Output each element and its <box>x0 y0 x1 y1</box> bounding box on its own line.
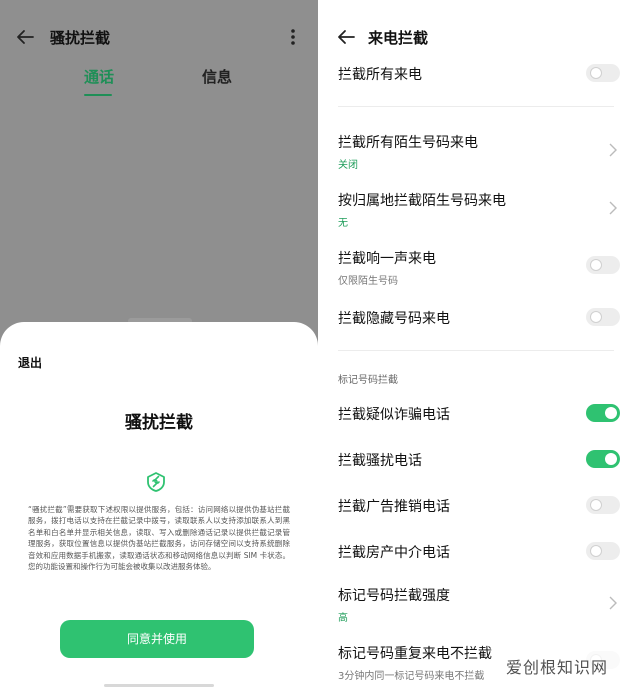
setting-label: 拦截所有来电 <box>338 67 422 83</box>
block-fraud-toggle[interactable] <box>586 404 620 422</box>
setting-label: 拦截隐藏号码来电 <box>338 311 450 327</box>
watermark-text: 爱创根知识网 <box>506 658 609 677</box>
setting-block-all-calls[interactable]: 拦截所有来电 <box>338 64 620 84</box>
setting-value: 无 <box>338 218 348 229</box>
divider <box>338 350 614 351</box>
setting-value: 高 <box>338 613 348 624</box>
tab-bar: 通话 信息 <box>0 66 318 100</box>
toggle-knob <box>590 499 602 511</box>
block-ad-toggle[interactable] <box>586 496 620 514</box>
toggle-knob <box>605 453 617 465</box>
setting-label: 拦截广告推销电话 <box>338 499 450 515</box>
back-arrow-icon[interactable] <box>14 26 36 48</box>
setting-block-by-region[interactable]: 按归属地拦截陌生号码来电 无 <box>338 190 620 229</box>
setting-label: 拦截疑似诈骗电话 <box>338 407 450 423</box>
tab-indicator <box>84 94 112 96</box>
setting-label: 标记号码拦截强度 <box>338 588 450 604</box>
exit-button[interactable]: 退出 <box>18 354 42 371</box>
more-options-icon[interactable] <box>283 26 303 48</box>
incoming-call-block-screen: 来电拦截 拦截所有来电 拦截所有陌生号码来电 关闭 按归属地拦截陌生号码来电 无… <box>318 0 640 688</box>
harassment-block-screen: 骚扰拦截 通话 信息 退出 骚扰拦截 “骚扰拦截”需要获取下述权限以提供服务，包… <box>0 0 318 688</box>
sheet-title: 骚扰拦截 <box>125 413 193 433</box>
setting-hint: 仅限陌生号码 <box>338 276 398 287</box>
toggle-knob <box>590 545 602 557</box>
watermark: 爱创根知识网 <box>492 648 632 682</box>
setting-block-one-ring-calls[interactable]: 拦截响一声来电 仅限陌生号码 <box>338 248 620 287</box>
app-bar: 骚扰拦截 <box>0 0 318 70</box>
setting-block-realestate-calls[interactable]: 拦截房产中介电话 <box>338 542 620 562</box>
section-title: 标记号码拦截 <box>338 375 398 386</box>
page-title: 骚扰拦截 <box>50 29 111 47</box>
setting-block-harassment-calls[interactable]: 拦截骚扰电话 <box>338 450 620 470</box>
permission-description: “骚扰拦截”需要获取下述权限以提供服务，包括：访问网络以提供伪基站拦截服务，拨打… <box>28 504 290 594</box>
tab-messages[interactable]: 信息 <box>202 66 232 87</box>
home-indicator <box>104 684 214 687</box>
shield-icon <box>147 472 165 492</box>
setting-value: 关闭 <box>338 160 358 171</box>
divider <box>338 106 614 107</box>
page-title: 来电拦截 <box>368 29 429 47</box>
agree-and-use-button[interactable]: 同意并使用 <box>60 620 254 658</box>
setting-block-unknown-numbers[interactable]: 拦截所有陌生号码来电 关闭 <box>338 132 620 171</box>
chevron-right-icon <box>609 201 617 215</box>
setting-block-fraud-calls[interactable]: 拦截疑似诈骗电话 <box>338 404 620 424</box>
setting-label: 按归属地拦截陌生号码来电 <box>338 193 506 209</box>
setting-label: 拦截房产中介电话 <box>338 545 450 561</box>
block-harassment-toggle[interactable] <box>586 450 620 468</box>
block-realestate-toggle[interactable] <box>586 542 620 560</box>
chevron-right-icon <box>609 143 617 157</box>
setting-block-hidden-numbers[interactable]: 拦截隐藏号码来电 <box>338 308 620 328</box>
block-hidden-toggle[interactable] <box>586 308 620 326</box>
toggle-knob <box>605 407 617 419</box>
block-all-calls-toggle[interactable] <box>586 64 620 82</box>
toggle-knob <box>590 259 602 271</box>
toggle-knob <box>590 311 602 323</box>
setting-label: 拦截骚扰电话 <box>338 453 422 469</box>
setting-label: 拦截响一声来电 <box>338 251 436 267</box>
setting-label: 拦截所有陌生号码来电 <box>338 135 478 151</box>
setting-marked-block-strength[interactable]: 标记号码拦截强度 高 <box>338 585 620 624</box>
block-one-ring-toggle[interactable] <box>586 256 620 274</box>
tab-calls[interactable]: 通话 <box>84 66 114 87</box>
setting-block-ad-calls[interactable]: 拦截广告推销电话 <box>338 496 620 516</box>
back-arrow-icon[interactable] <box>335 26 357 48</box>
permission-bottom-sheet: 退出 骚扰拦截 “骚扰拦截”需要获取下述权限以提供服务，包括：访问网络以提供伪基… <box>0 322 318 688</box>
toggle-knob <box>590 67 602 79</box>
chevron-right-icon <box>609 596 617 610</box>
